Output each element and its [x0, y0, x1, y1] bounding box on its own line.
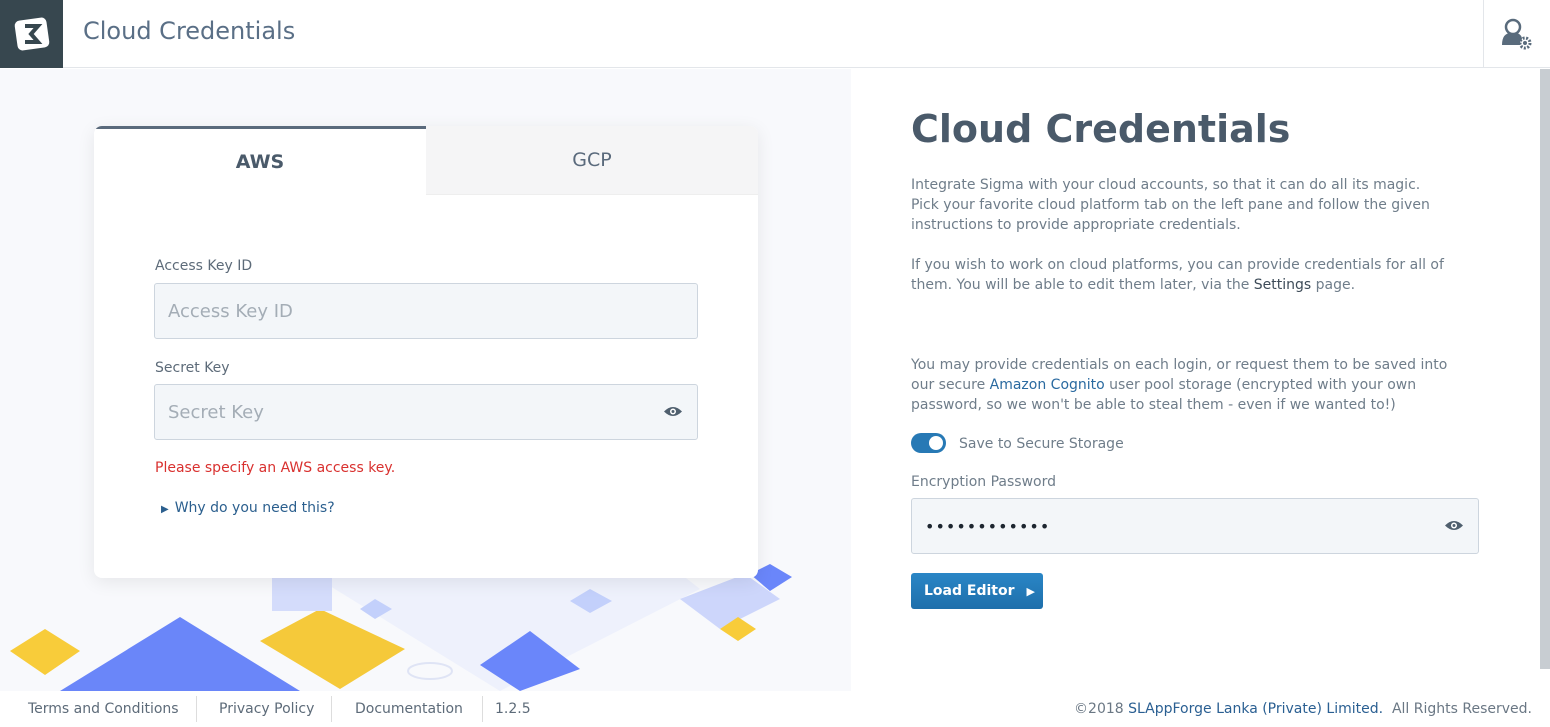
- left-pane: AWS GCP Access Key ID Access Key ID Secr…: [0, 69, 851, 691]
- settings-link[interactable]: Settings: [1254, 277, 1311, 293]
- load-editor-button[interactable]: Load Editor ▶: [911, 573, 1043, 609]
- para2-end: page.: [1311, 277, 1356, 293]
- info-pane: Cloud Credentials Integrate Sigma with y…: [851, 69, 1540, 691]
- access-key-placeholder: Access Key ID: [168, 300, 293, 322]
- load-editor-label: Load Editor: [924, 583, 1015, 599]
- sigma-logo[interactable]: [0, 0, 63, 68]
- documentation-link[interactable]: Documentation: [355, 701, 463, 717]
- secret-key-input[interactable]: Secret Key: [154, 384, 698, 440]
- company-link[interactable]: SLAppForge Lanka (Private) Limited.: [1128, 701, 1383, 717]
- info-paragraph-2: If you wish to work on cloud platforms, …: [911, 255, 1451, 295]
- copyright: ©2018 SLAppForge Lanka (Private) Limited…: [1074, 701, 1532, 717]
- privacy-link[interactable]: Privacy Policy: [219, 701, 314, 717]
- access-key-input[interactable]: Access Key ID: [154, 283, 698, 339]
- amazon-cognito-link[interactable]: Amazon Cognito: [990, 377, 1105, 393]
- tab-aws[interactable]: AWS: [94, 126, 426, 195]
- why-link[interactable]: ▶ Why do you need this?: [161, 500, 335, 516]
- password-label: Encryption Password: [911, 474, 1057, 490]
- secret-key-label: Secret Key: [155, 360, 230, 376]
- version: 1.2.5: [495, 701, 531, 717]
- toggle-label: Save to Secure Storage: [959, 436, 1124, 452]
- divider: [482, 696, 483, 722]
- info-paragraph-1: Integrate Sigma with your cloud accounts…: [911, 177, 1430, 233]
- platform-tabs: AWS GCP: [94, 126, 758, 195]
- info-title: Cloud Credentials: [911, 107, 1291, 151]
- user-settings-icon[interactable]: [1483, 0, 1550, 68]
- why-link-text: Why do you need this?: [174, 500, 335, 516]
- para2-text: If you wish to work on cloud platforms, …: [911, 257, 1444, 293]
- caret-right-icon: ▶: [1026, 584, 1035, 598]
- encryption-password-input[interactable]: ••••••••••••: [911, 498, 1479, 554]
- terms-link[interactable]: Terms and Conditions: [28, 701, 179, 717]
- header-title: Cloud Credentials: [83, 17, 296, 45]
- scrollbar[interactable]: [1540, 69, 1550, 669]
- info-paragraph-3: You may provide credentials on each logi…: [911, 355, 1451, 415]
- rights-text: All Rights Reserved.: [1383, 701, 1532, 717]
- caret-right-icon: ▶: [161, 504, 169, 515]
- password-value: ••••••••••••: [925, 516, 1051, 536]
- divider: [331, 696, 332, 722]
- header: Cloud Credentials: [0, 0, 1550, 68]
- copyright-year: ©2018: [1074, 701, 1129, 717]
- eye-icon[interactable]: [663, 402, 683, 423]
- footer: Terms and Conditions Privacy Policy Docu…: [0, 691, 1550, 727]
- secret-key-placeholder: Secret Key: [168, 401, 264, 423]
- access-key-label: Access Key ID: [155, 258, 253, 274]
- save-secure-toggle[interactable]: [911, 433, 946, 453]
- credentials-card: AWS GCP Access Key ID Access Key ID Secr…: [94, 126, 758, 578]
- divider: [196, 696, 197, 722]
- eye-icon[interactable]: [1444, 517, 1464, 536]
- tab-gcp[interactable]: GCP: [426, 126, 758, 195]
- error-message: Please specify an AWS access key.: [155, 460, 396, 476]
